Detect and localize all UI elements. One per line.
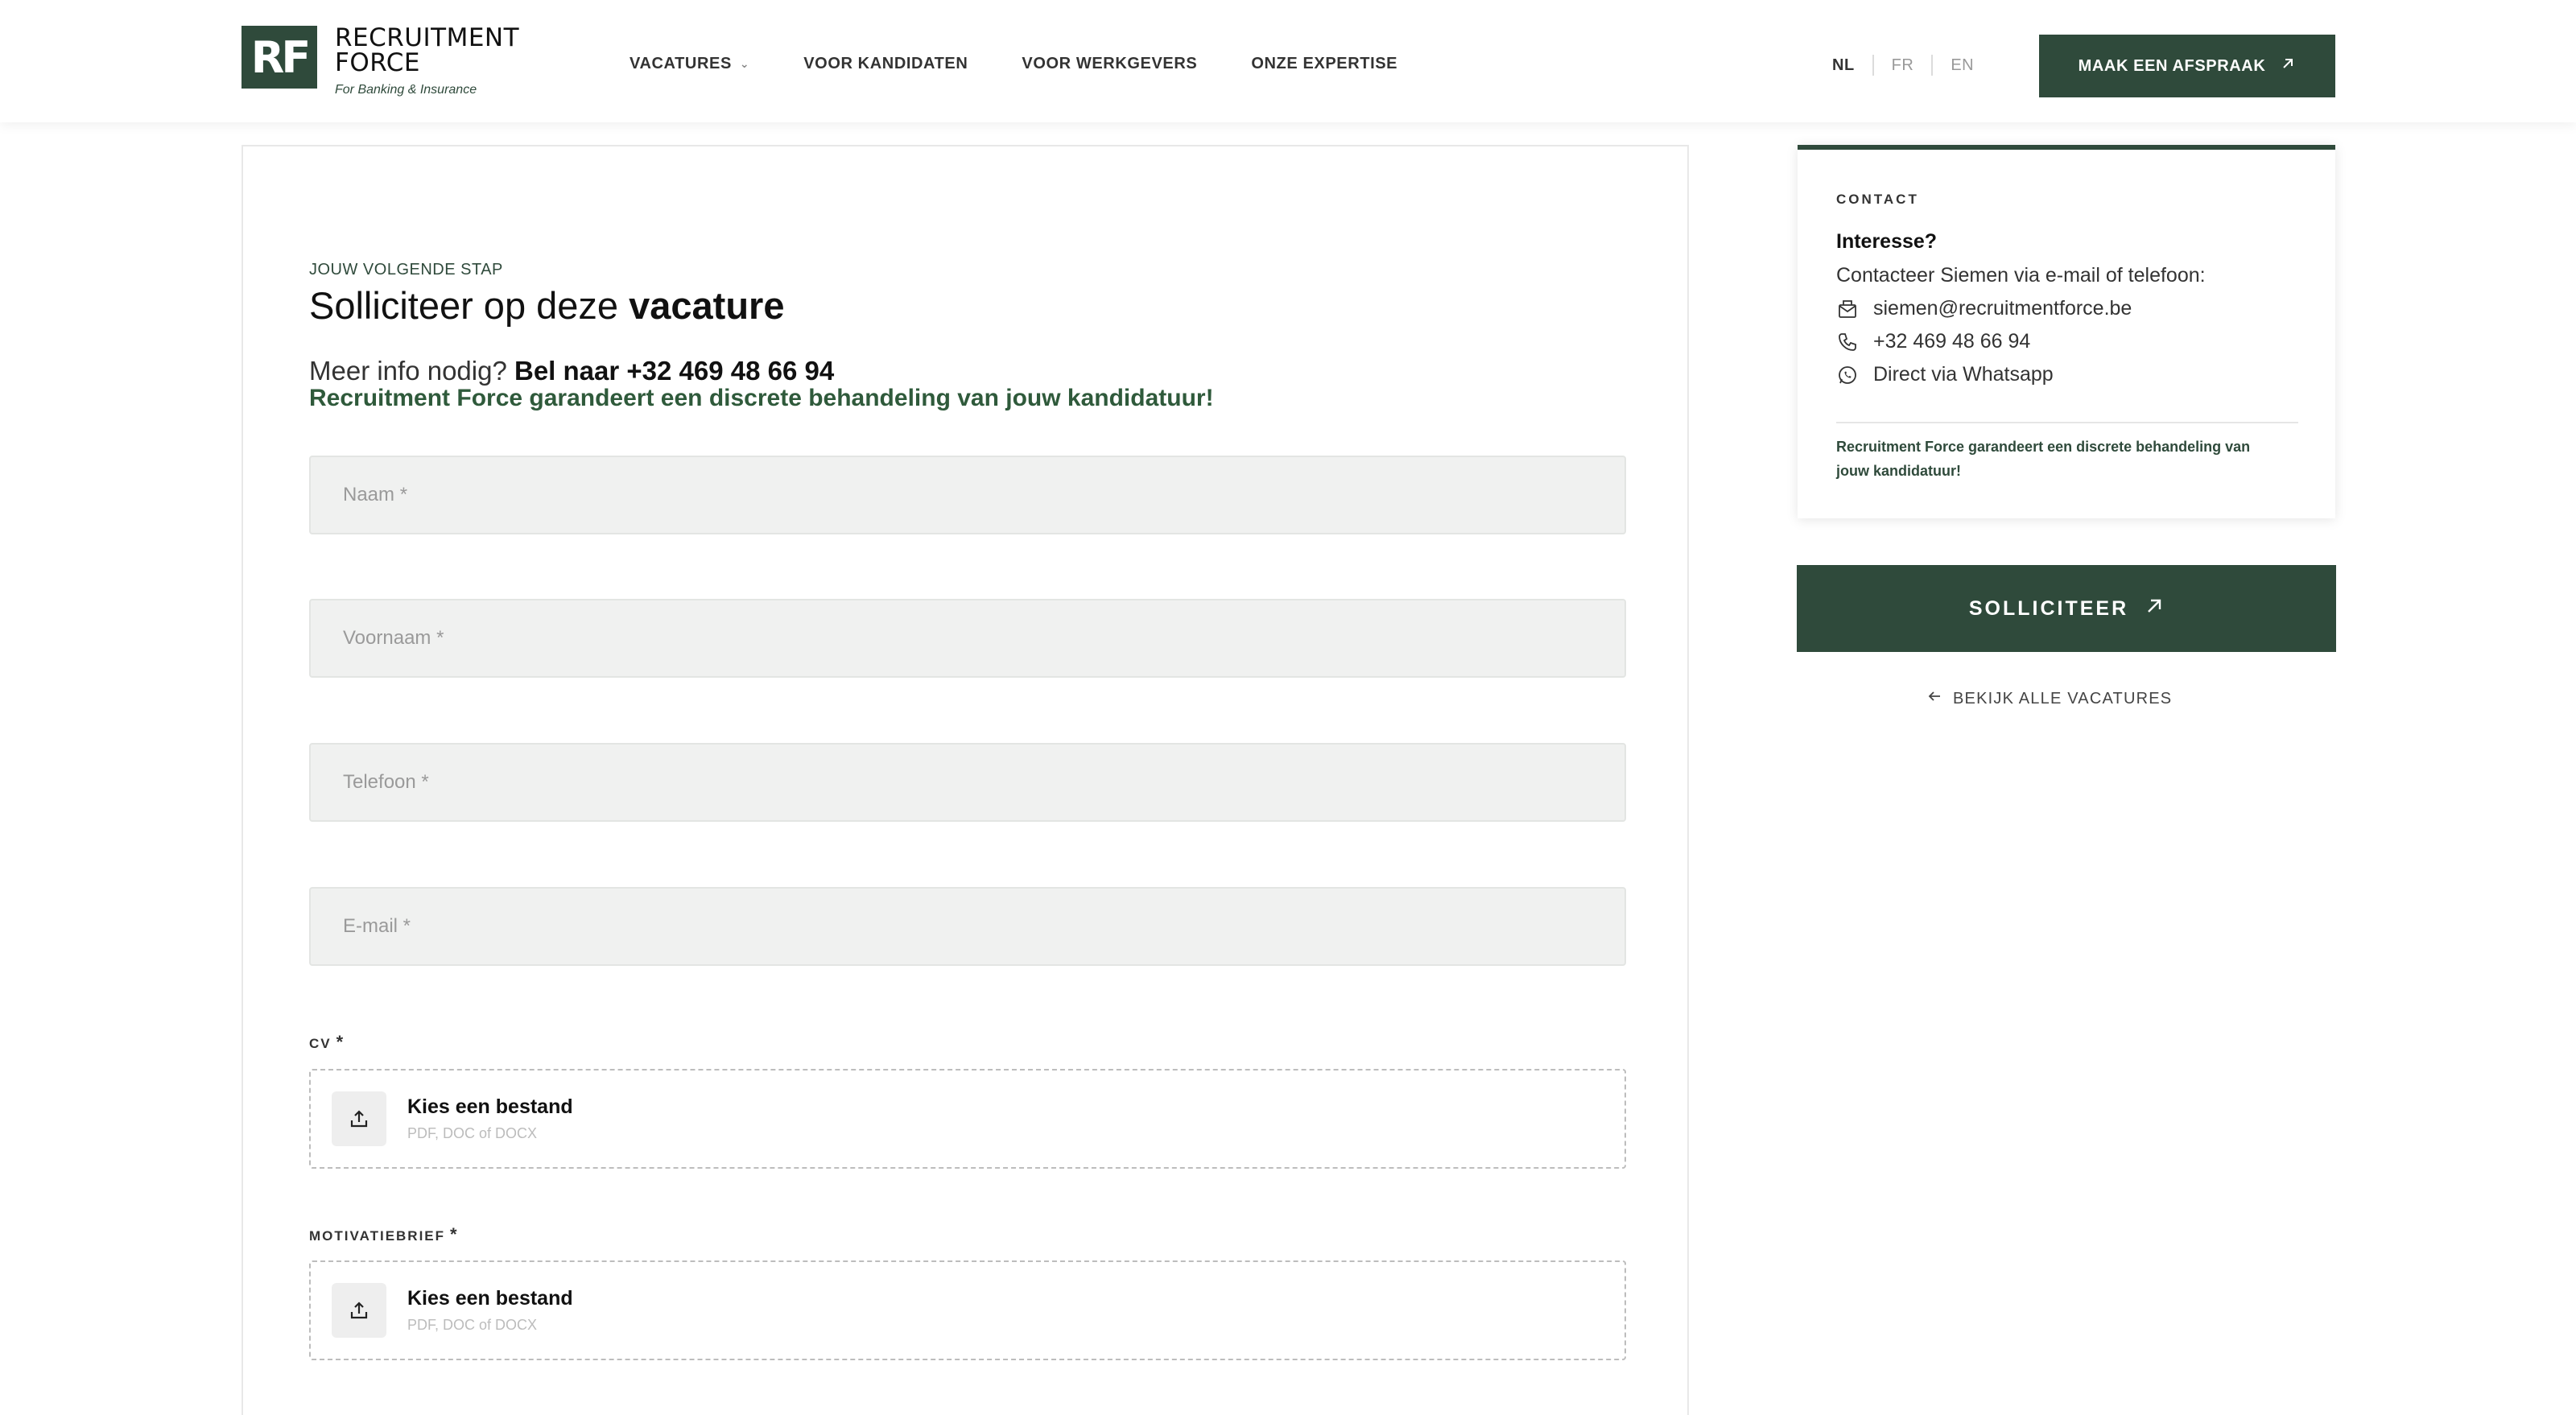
email-input[interactable]: E-mail * <box>309 887 1626 966</box>
contact-line: Contacteer Siemen via e-mail of telefoon… <box>1836 264 2206 287</box>
logo-tagline: For Banking & Insurance <box>335 83 477 97</box>
contact-note: Recruitment Force garandeert een discret… <box>1836 439 2251 479</box>
lang-divider <box>1872 55 1874 76</box>
arrow-up-right-icon <box>2145 596 2164 621</box>
info-prefix: Meer info nodig? <box>309 356 507 386</box>
language-switcher: NL FR EN <box>1832 55 1974 76</box>
site-header: RF RECRUITMENT FORCE For Banking & Insur… <box>0 0 2576 122</box>
apply-label: SOLLICITEER <box>1968 596 2129 620</box>
motivatie-file-hint: PDF, DOC of DOCX <box>407 1317 538 1333</box>
voornaam-input[interactable]: Voornaam * <box>309 599 1626 678</box>
phone-icon <box>1836 331 1859 353</box>
email-placeholder: E-mail * <box>343 915 411 937</box>
contact-email: siemen@recruitmentforce.be <box>1873 297 2132 320</box>
nav-item-voor-kandidaten[interactable]: VOOR KANDIDATEN <box>803 55 968 73</box>
nav-item-onze-expertise[interactable]: ONZE EXPERTISE <box>1251 55 1397 73</box>
contact-interest: Interesse? <box>1836 230 1938 253</box>
nav-item-vacatures[interactable]: VACATURES ⌄ <box>630 55 749 73</box>
cv-upload[interactable]: Kies een bestand PDF, DOC of DOCX <box>309 1069 1626 1169</box>
cv-file-hint: PDF, DOC of DOCX <box>407 1125 538 1141</box>
view-all-vacancies-link[interactable]: BEKIJK ALLE VACATURES <box>1927 689 2172 708</box>
upload-icon <box>332 1283 386 1338</box>
application-form: JOUW VOLGENDE STAP Solliciteer op deze v… <box>242 145 1689 1415</box>
lang-divider <box>1931 55 1934 76</box>
required-mark: * <box>336 1032 345 1052</box>
guarantee-text: Recruitment Force garandeert een discret… <box>309 385 1214 411</box>
nav-label: ONZE EXPERTISE <box>1251 55 1398 72</box>
chevron-down-icon: ⌄ <box>739 57 750 70</box>
contact-eyebrow: CONTACT <box>1836 192 1919 207</box>
logo-text: RECRUITMENT FORCE For Banking & Insuranc… <box>335 26 519 97</box>
arrow-up-right-icon <box>2280 55 2296 77</box>
form-eyebrow: JOUW VOLGENDE STAP <box>309 261 503 278</box>
arrow-left-icon <box>1927 689 1942 708</box>
phone-link[interactable]: Bel naar +32 469 48 66 94 <box>514 356 834 386</box>
contact-email-link[interactable]: siemen@recruitmentforce.be <box>1836 297 2132 320</box>
form-title-bold: vacature <box>629 284 785 327</box>
logo-line-2: FORCE <box>335 48 420 77</box>
nav-item-voor-werkgevers[interactable]: VOOR WERKGEVERS <box>1022 55 1197 73</box>
cv-label-text: CV <box>309 1036 332 1051</box>
nav-label: VOOR WERKGEVERS <box>1022 55 1198 72</box>
motivatie-upload-text: Kies een bestand PDF, DOC of DOCX <box>407 1287 573 1334</box>
mail-icon <box>1836 298 1859 320</box>
nav-label: VOOR KANDIDATEN <box>803 55 968 72</box>
logo[interactable]: RF RECRUITMENT FORCE For Banking & Insur… <box>242 26 519 97</box>
contact-divider <box>1836 422 2298 423</box>
upload-icon <box>332 1091 386 1146</box>
contact-phone: +32 469 48 66 94 <box>1873 330 2031 353</box>
nav-label: VACATURES <box>630 55 732 72</box>
info-line: Meer info nodig? Bel naar +32 469 48 66 … <box>309 356 834 386</box>
naam-placeholder: Naam * <box>343 484 408 505</box>
logo-line-1: RECRUITMENT <box>335 23 520 52</box>
voornaam-placeholder: Voornaam * <box>343 627 444 649</box>
logo-mark: RF <box>242 26 317 89</box>
lang-fr[interactable]: FR <box>1892 56 1914 75</box>
contact-whatsapp-link[interactable]: Direct via Whatsapp <box>1836 363 2054 386</box>
make-appointment-label: MAAK EEN AFSPRAAK <box>2078 56 2266 75</box>
make-appointment-button[interactable]: MAAK EEN AFSPRAAK <box>2039 35 2335 97</box>
cv-choose-file: Kies een bestand <box>407 1095 573 1118</box>
main-nav: VACATURES ⌄ VOOR KANDIDATEN VOOR WERKGEV… <box>630 55 1451 73</box>
telefoon-input[interactable]: Telefoon * <box>309 743 1626 822</box>
apply-button[interactable]: SOLLICITEER <box>1797 565 2336 652</box>
view-all-vacancies-label: BEKIJK ALLE VACATURES <box>1953 689 2173 708</box>
required-mark: * <box>450 1224 459 1244</box>
contact-phone-link[interactable]: +32 469 48 66 94 <box>1836 330 2030 353</box>
whatsapp-icon <box>1836 364 1859 386</box>
motivatie-label-text: MOTIVATIEBRIEF <box>309 1228 446 1244</box>
contact-whatsapp: Direct via Whatsapp <box>1873 363 2054 386</box>
motivatie-choose-file: Kies een bestand <box>407 1287 573 1310</box>
naam-input[interactable]: Naam * <box>309 456 1626 534</box>
lang-nl[interactable]: NL <box>1832 56 1855 75</box>
cv-upload-text: Kies een bestand PDF, DOC of DOCX <box>407 1095 573 1142</box>
lang-en[interactable]: EN <box>1951 56 1974 75</box>
cv-label: CV * <box>309 1032 345 1053</box>
telefoon-placeholder: Telefoon * <box>343 771 429 793</box>
motivatie-upload[interactable]: Kies een bestand PDF, DOC of DOCX <box>309 1260 1626 1360</box>
form-title: Solliciteer op deze vacature <box>309 283 784 328</box>
motivatie-label: MOTIVATIEBRIEF * <box>309 1224 459 1245</box>
contact-card: CONTACT Interesse? Contacteer Siemen via… <box>1798 145 2335 518</box>
form-title-prefix: Solliciteer op deze <box>309 284 619 327</box>
